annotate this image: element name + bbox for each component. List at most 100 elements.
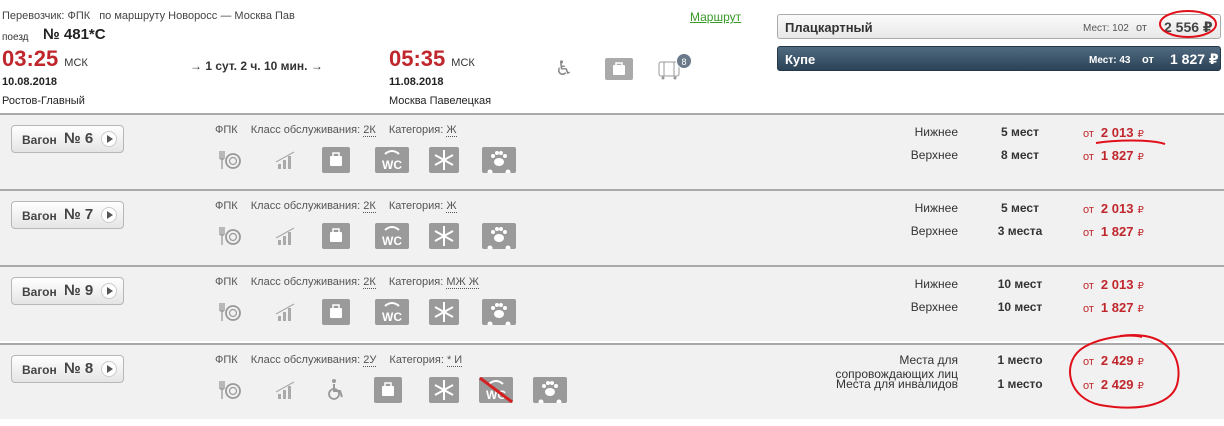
wagon-carrier: ФПК (215, 200, 238, 212)
wagon-info: ФПК Класс обслуживания: 2У Категория: * … (215, 354, 463, 367)
class-option-kupe[interactable]: Купе Мест: 43 от 1 827 ₽ (777, 46, 1221, 71)
currency-label: ₽ (1137, 281, 1144, 292)
price-value: 2 429 (1100, 353, 1134, 368)
seat-count: 5 мест (1001, 125, 1039, 139)
service-class-label: Класс обслуживания: (250, 354, 361, 366)
snowflake-icon (429, 147, 459, 173)
food-icon (217, 299, 243, 325)
service-class-link[interactable]: 2К (363, 124, 376, 137)
category-label: Категория: (388, 200, 444, 212)
wagon-number: № 9 (64, 282, 94, 299)
seat-price[interactable]: от 2 013 ₽ (1083, 125, 1144, 140)
currency-label: ₽ (1137, 357, 1144, 368)
category-link[interactable]: МЖ Ж (446, 276, 479, 289)
currency-label: ₽ (1137, 304, 1144, 315)
service-class-label: Класс обслуживания: (250, 276, 361, 288)
arrival-time-value: 05:35 (389, 46, 446, 71)
food-icon (217, 223, 243, 249)
wagon-info: ФПК Класс обслуживания: 2К Категория: МЖ… (215, 276, 479, 289)
currency-label: ₽ (1137, 228, 1144, 239)
service-class-label: Класс обслуживания: (250, 200, 361, 212)
trip-duration: → 1 сут. 2 ч. 10 мин. → (190, 59, 323, 73)
seat-price[interactable]: от 1 827 ₽ (1083, 224, 1144, 239)
wagon-info: ФПК Класс обслуживания: 2К Категория: Ж (215, 200, 457, 213)
snowflake-icon (429, 223, 459, 249)
category-label: Категория: (388, 276, 444, 288)
wagon-row: Вагон № 9 ФПК Класс обслуживания: 2К Кат… (0, 265, 1224, 341)
wagon-carrier: ФПК (215, 124, 238, 136)
seat-price[interactable]: от 1 827 ₽ (1083, 300, 1144, 315)
departure-station: Ростов-Главный (2, 95, 85, 107)
seat-price[interactable]: от 2 429 ₽ (1083, 377, 1144, 392)
seat-count: 8 мест (1001, 148, 1039, 162)
wagon-button[interactable]: Вагон № 7 (11, 201, 124, 229)
service-class-link[interactable]: 2У (363, 354, 377, 367)
service-class-link[interactable]: 2К (363, 276, 376, 289)
seat-price[interactable]: от 2 429 ₽ (1083, 353, 1144, 368)
snowflake-icon (429, 299, 459, 325)
pet-icon (482, 147, 516, 175)
wagon-info: ФПК Класс обслуживания: 2К Категория: Ж (215, 124, 457, 137)
seat-count: 1 место (997, 353, 1043, 367)
bag-icon (322, 223, 350, 249)
service-class-link[interactable]: 2К (363, 200, 376, 213)
seat-type: Нижнее (914, 201, 958, 215)
food-icon (217, 147, 243, 173)
arrival-tz: МСК (451, 57, 475, 69)
price-from-label: от (1083, 280, 1094, 292)
class-option-platzkart[interactable]: Плацкартный Мест: 102 от 2 556 ₽ (777, 14, 1221, 39)
category-label: Категория: (388, 124, 444, 136)
class-price: 2 556 ₽ (1164, 19, 1213, 35)
carrier-info: Перевозчик: ФПК по маршруту Новоросс — М… (2, 10, 295, 22)
wagon-row: Вагон № 6 ФПК Класс обслуживания: 2К Кат… (0, 113, 1224, 189)
chart-icon (273, 147, 299, 173)
wc-disabled-icon: WC (479, 376, 513, 404)
chevron-right-icon (101, 283, 117, 299)
currency-label: ₽ (1137, 152, 1144, 163)
price-value: 1 827 (1100, 224, 1134, 239)
wagon-number: № 8 (64, 360, 94, 377)
luggage-count-badge: 8 (676, 53, 692, 69)
train-number: № 481*С (43, 26, 106, 43)
food-icon (217, 377, 243, 403)
departure-time: 03:25 МСК (2, 46, 88, 72)
wagon-button[interactable]: Вагон № 9 (11, 277, 124, 305)
bag-icon (322, 147, 350, 173)
wagon-button[interactable]: Вагон № 6 (11, 125, 124, 153)
price-from-label: от (1083, 303, 1094, 315)
price-value: 1 827 (1100, 148, 1134, 163)
category-link[interactable]: * И (446, 354, 463, 367)
seat-count: 10 мест (997, 300, 1043, 314)
price-value: 2 013 (1100, 125, 1134, 140)
price-from-label: от (1083, 227, 1094, 239)
chevron-right-icon (101, 207, 117, 223)
price-from-label: от (1083, 204, 1094, 216)
seat-price[interactable]: от 1 827 ₽ (1083, 148, 1144, 163)
route-link[interactable]: Маршрут (690, 10, 741, 24)
price-value: 2 013 (1100, 277, 1134, 292)
wagon-number: № 7 (64, 206, 94, 223)
seat-price[interactable]: от 2 013 ₽ (1083, 201, 1144, 216)
wagon-row: Вагон № 7 ФПК Класс обслуживания: 2К Кат… (0, 189, 1224, 265)
class-name: Купе (785, 52, 816, 67)
departure-tz: МСК (64, 57, 88, 69)
wagon-button[interactable]: Вагон № 8 (11, 355, 124, 383)
price-value: 2 013 (1100, 201, 1134, 216)
class-name: Плацкартный (785, 20, 873, 35)
chevron-right-icon (101, 131, 117, 147)
price-from-label: от (1083, 151, 1094, 163)
wc-icon: WC (375, 147, 409, 173)
arrival-station: Москва Павелецкая (389, 95, 492, 107)
category-link[interactable]: Ж (446, 200, 457, 213)
route-description: по маршруту Новоросс — Москва Пав (99, 10, 295, 22)
carrier-name: Перевозчик: ФПК (2, 10, 91, 22)
service-class-label: Класс обслуживания: (250, 124, 361, 136)
svg-text:WC: WC (382, 158, 402, 172)
snowflake-icon (429, 377, 459, 403)
seat-price[interactable]: от 2 013 ₽ (1083, 277, 1144, 292)
price-value: 1 827 (1100, 300, 1134, 315)
category-link[interactable]: Ж (446, 124, 457, 137)
trip-header: Перевозчик: ФПК по маршруту Новоросс — М… (0, 0, 770, 112)
currency-label: ₽ (1137, 129, 1144, 140)
wagon-label: Вагон (22, 363, 57, 377)
